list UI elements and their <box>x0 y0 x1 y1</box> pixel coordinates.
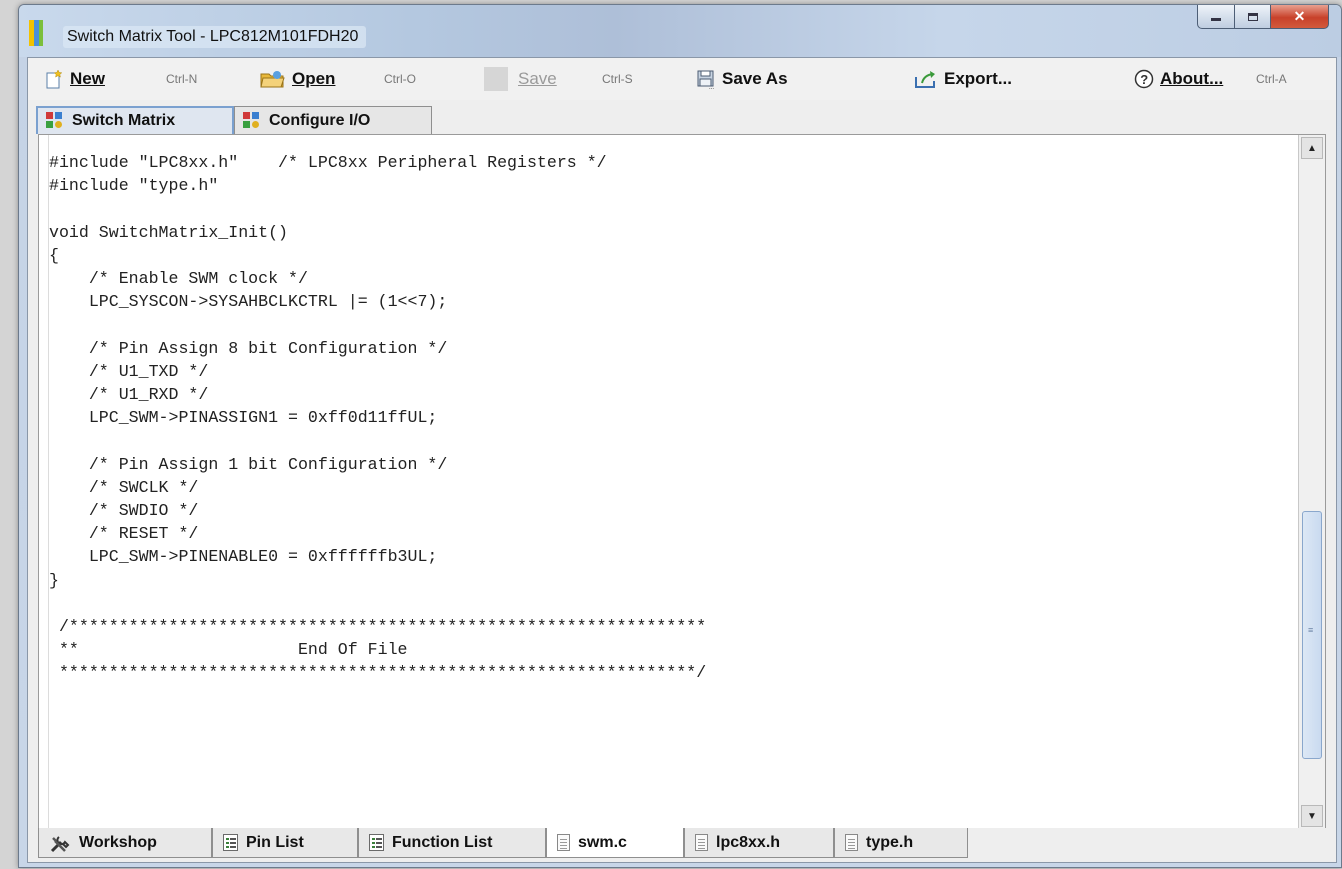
tab-label: Switch Matrix <box>72 112 176 129</box>
tab-label: type.h <box>866 833 914 851</box>
code-line: /* SWDIO */ <box>49 501 199 521</box>
open-shortcut: Ctrl-O <box>384 72 416 86</box>
code-editor-panel: #include "LPC8xx.h" /* LPC8xx Peripheral… <box>38 134 1326 830</box>
client-area: New Ctrl-N Open Ctrl-O Save Ctrl-S ... S… <box>27 57 1337 863</box>
code-line: /* Pin Assign 8 bit Configuration */ <box>49 338 448 358</box>
new-label: New <box>70 69 105 88</box>
export-button[interactable]: Export... <box>914 66 1012 92</box>
vertical-scrollbar[interactable]: ▲ ≡ ▼ <box>1298 135 1325 829</box>
tab-configure-io[interactable]: Configure I/O <box>234 106 432 134</box>
code-line: void SwitchMatrix_Init() <box>49 222 288 242</box>
minimize-button[interactable] <box>1197 5 1235 29</box>
open-label: Open <box>292 69 336 88</box>
code-line: LPC_SWM->PINASSIGN1 = 0xff0d11ffUL; <box>49 408 438 428</box>
new-shortcut: Ctrl-N <box>166 72 198 86</box>
top-tab-bar: Switch Matrix Configure I/O <box>28 100 1336 134</box>
configure-io-icon <box>243 111 261 130</box>
code-line: /* U1_TXD */ <box>49 361 209 381</box>
code-editor[interactable]: #include "LPC8xx.h" /* LPC8xx Peripheral… <box>39 135 1297 829</box>
save-icon <box>484 67 508 91</box>
export-label: Export... <box>944 69 1013 88</box>
code-line: LPC_SYSCON->SYSAHBCLKCTRL |= (1<<7); <box>49 292 448 312</box>
code-line: /* Enable SWM clock */ <box>49 269 308 289</box>
code-line: #include "type.h" <box>49 176 219 196</box>
save-as-label: Save As <box>722 69 788 88</box>
app-icon <box>29 20 43 46</box>
switch-matrix-icon <box>46 112 64 130</box>
svg-text:...: ... <box>709 85 714 89</box>
minimize-icon <box>1211 18 1221 21</box>
about-label: About... <box>1160 69 1224 88</box>
grip-icon: ≡ <box>1308 625 1314 635</box>
source-code[interactable]: #include "LPC8xx.h" /* LPC8xx Peripheral… <box>49 151 706 685</box>
tab-workshop[interactable]: Workshop <box>38 828 212 858</box>
title-bar[interactable]: Switch Matrix Tool - LPC812M101FDH20 ✕ <box>19 5 1341 57</box>
code-line: ****************************************… <box>49 663 707 683</box>
close-icon: ✕ <box>1293 8 1306 24</box>
code-line: ** End Of File <box>49 640 408 660</box>
tab-label: Pin List <box>246 833 304 851</box>
scroll-up-arrow-icon[interactable]: ▲ <box>1301 137 1323 159</box>
toolbar: New Ctrl-N Open Ctrl-O Save Ctrl-S ... S… <box>28 58 1336 101</box>
tab-swm-c[interactable]: swm.c <box>546 828 684 858</box>
code-line: #include "LPC8xx.h" /* LPC8xx Peripheral… <box>49 153 607 172</box>
new-file-icon <box>44 69 64 89</box>
app-window: Switch Matrix Tool - LPC812M101FDH20 ✕ N… <box>18 4 1342 868</box>
code-line: LPC_SWM->PINENABLE0 = 0xffffffb3UL; <box>49 547 438 567</box>
new-button[interactable]: New <box>44 66 105 92</box>
document-icon <box>557 834 570 851</box>
code-line: } <box>49 570 59 590</box>
save-as-button[interactable]: ... Save As <box>696 66 788 92</box>
tab-lpc8xx-h[interactable]: lpc8xx.h <box>684 828 834 858</box>
code-line: /* Pin Assign 1 bit Configuration */ <box>49 454 448 474</box>
code-line: /***************************************… <box>49 617 707 637</box>
tab-label: swm.c <box>578 833 627 851</box>
tools-icon <box>49 834 71 852</box>
open-folder-icon <box>260 69 286 89</box>
save-button[interactable]: Save <box>484 66 557 92</box>
tab-type-h[interactable]: type.h <box>834 828 968 858</box>
help-icon: ? <box>1134 69 1154 89</box>
code-line: { <box>49 245 59 265</box>
tab-pin-list[interactable]: Pin List <box>212 828 358 858</box>
tab-label: Function List <box>392 833 493 851</box>
about-shortcut: Ctrl-A <box>1256 72 1287 86</box>
tab-label: lpc8xx.h <box>716 833 781 851</box>
list-icon <box>369 834 384 851</box>
svg-text:?: ? <box>1140 72 1148 87</box>
window-controls: ✕ <box>1197 5 1329 29</box>
document-icon <box>695 834 708 851</box>
code-line: /* U1_RXD */ <box>49 385 209 405</box>
bottom-tab-bar: Workshop Pin List Function List swm.c lp… <box>28 828 1336 862</box>
tab-label: Workshop <box>79 833 157 851</box>
tab-switch-matrix[interactable]: Switch Matrix <box>36 106 234 134</box>
code-line: /* SWCLK */ <box>49 477 199 497</box>
document-icon <box>845 834 858 851</box>
code-line: /* RESET */ <box>49 524 199 544</box>
tab-label: Configure I/O <box>269 111 371 129</box>
maximize-icon <box>1247 12 1258 21</box>
save-as-icon: ... <box>696 69 716 91</box>
save-label: Save <box>518 69 557 88</box>
scroll-down-arrow-icon[interactable]: ▼ <box>1301 805 1323 827</box>
export-icon <box>914 69 938 89</box>
tab-function-list[interactable]: Function List <box>358 828 546 858</box>
scrollbar-thumb[interactable]: ≡ <box>1302 511 1322 759</box>
list-icon <box>223 834 238 851</box>
open-button[interactable]: Open <box>260 66 335 92</box>
window-title: Switch Matrix Tool - LPC812M101FDH20 <box>63 26 367 48</box>
save-shortcut: Ctrl-S <box>602 72 633 86</box>
close-button[interactable]: ✕ <box>1271 5 1329 29</box>
maximize-button[interactable] <box>1235 5 1271 29</box>
about-button[interactable]: ? About... <box>1134 66 1223 92</box>
